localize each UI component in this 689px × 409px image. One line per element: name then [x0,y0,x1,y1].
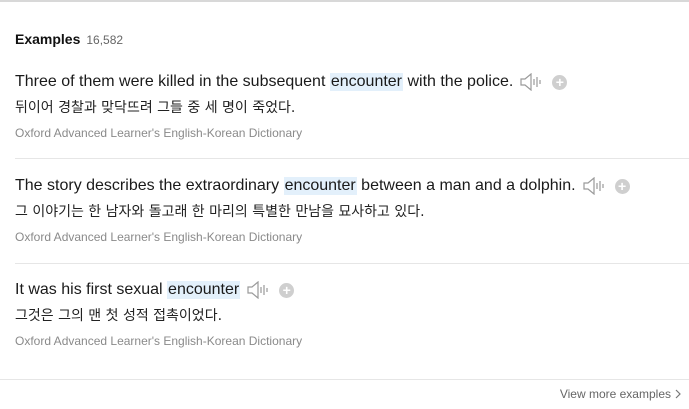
sentence-text: with the police. [403,73,514,90]
example-source[interactable]: Oxford Advanced Learner's English-Korean… [15,126,689,140]
example-item: The story describes the extraordinary en… [15,177,689,244]
sentence-text: Three of them were killed in the subsequ… [15,73,330,90]
example-source[interactable]: Oxford Advanced Learner's English-Korean… [15,334,689,348]
example-sentence: The story describes the extraordinary en… [15,177,689,195]
examples-count: 16,582 [86,33,124,47]
sentence-text: It was his first sexual [15,281,168,298]
keyword-highlight: encounter [329,73,404,91]
example-sentence: It was his first sexual encounter + [15,281,689,299]
chevron-right-icon [675,389,681,399]
keyword-highlight: encounter [283,177,357,195]
section-title: Examples [15,31,81,47]
speaker-icon[interactable] [246,281,270,299]
example-translation: 그것은 그의 맨 첫 성적 접촉이었다. [15,308,223,324]
add-to-wordbook-plus-icon[interactable]: + [279,282,295,298]
view-more-label: View more examples [559,387,671,401]
example-item: Three of them were killed in the subsequ… [15,73,689,140]
footer-divider [0,379,689,380]
example-divider [15,158,689,159]
example-item: It was his first sexual encounter + 그것은 … [15,281,689,348]
add-to-wordbook-plus-icon[interactable]: + [552,74,568,90]
examples-header: Examples 16,582 [15,31,123,47]
speaker-icon[interactable] [519,73,543,91]
example-source[interactable]: Oxford Advanced Learner's English-Korean… [15,230,689,244]
example-sentence: Three of them were killed in the subsequ… [15,73,689,91]
speaker-icon[interactable] [582,177,606,195]
sentence-text: The story describes the extraordinary [15,177,284,194]
keyword-highlight: encounter [167,281,241,299]
example-translation: 뒤이어 경찰과 맞닥뜨려 그들 중 세 명이 죽었다. [15,100,296,116]
view-more-examples-link[interactable]: View more examples [560,387,681,401]
example-divider [15,263,689,264]
example-translation: 그 이야기는 한 남자와 돌고래 한 마리의 특별한 만남을 묘사하고 있다. [15,204,425,220]
top-divider [0,0,689,2]
add-to-wordbook-plus-icon[interactable]: + [614,178,630,194]
sentence-text: between a man and a dolphin. [356,177,576,194]
